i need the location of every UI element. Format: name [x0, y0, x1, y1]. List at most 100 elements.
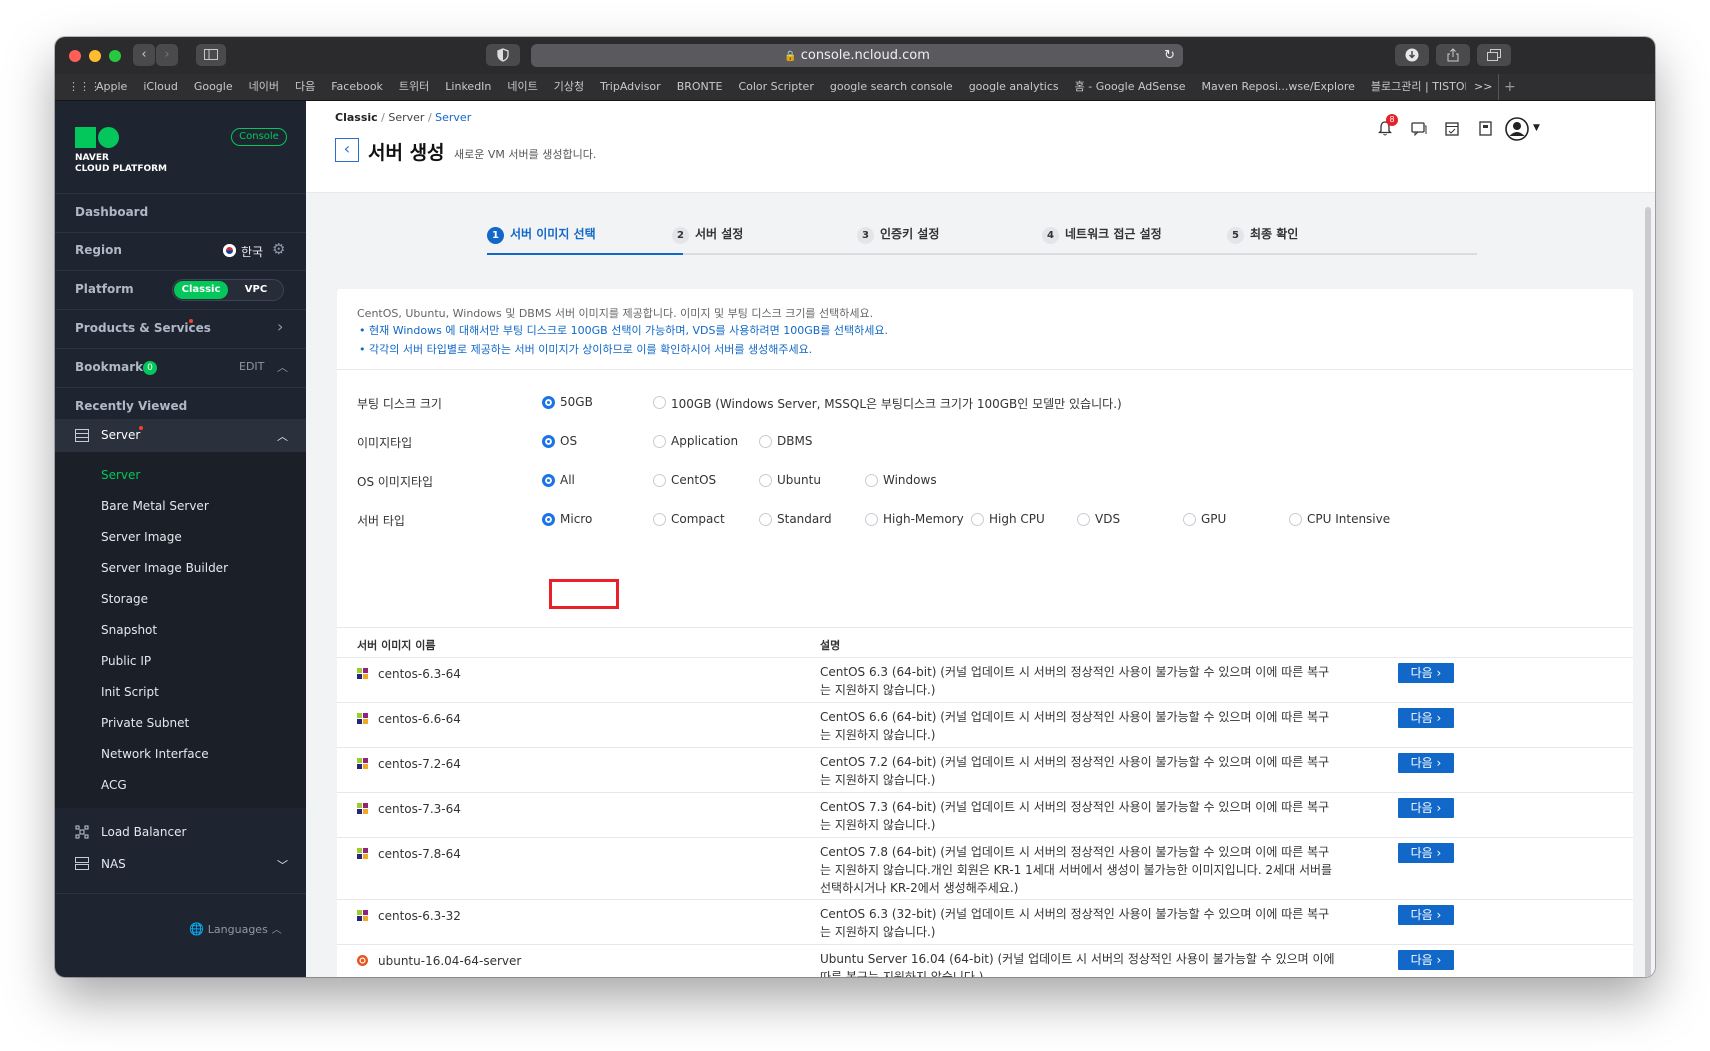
next-button[interactable]: 다음 › [1398, 753, 1454, 773]
bookmarks-overflow-button[interactable]: >> [1474, 74, 1492, 100]
radio-label[interactable]: DBMS [777, 434, 812, 448]
platform-vpc-button[interactable]: VPC [231, 281, 281, 299]
bookmark-item[interactable]: Google [194, 74, 233, 100]
step-5[interactable]: 5 최종 확인 [1227, 225, 1298, 244]
calendar-icon[interactable] [1445, 121, 1459, 139]
bookmark-item[interactable]: 다음 [295, 74, 315, 100]
sidebar-subitem-server-image-builder[interactable]: Server Image Builder [101, 561, 228, 575]
radio-server-type-3[interactable] [865, 513, 878, 526]
step-2[interactable]: 2 서버 설정 [672, 225, 743, 244]
languages-button[interactable]: 🌐 Languages ︿ [189, 921, 282, 939]
privacy-shield-button[interactable] [486, 44, 520, 66]
sidebar-group-server[interactable]: Server ︿ [55, 419, 306, 452]
scrollbar[interactable] [1645, 207, 1651, 977]
step-4[interactable]: 4 네트워크 접근 설정 [1042, 225, 1162, 244]
back-button[interactable]: ‹ [335, 138, 359, 162]
sidebar-subitem-server-image[interactable]: Server Image [101, 530, 182, 544]
radio-os-image-type-1[interactable] [653, 474, 666, 487]
minimize-window-button[interactable] [89, 50, 101, 62]
sidebar-subitem-server[interactable]: Server [101, 468, 140, 482]
radio-label[interactable]: VDS [1095, 512, 1120, 526]
radio-image-type-2[interactable] [759, 435, 772, 448]
radio-label[interactable]: Micro [560, 512, 592, 526]
table-row[interactable]: ubuntu-16.04-64-server Ubuntu Server 16.0… [337, 944, 1633, 977]
bookmark-item[interactable]: 네이트 [507, 74, 537, 100]
breadcrumb-server[interactable]: Server [435, 111, 471, 124]
chevron-up-icon[interactable]: ︿ [277, 359, 288, 375]
radio-label[interactable]: CentOS [671, 473, 716, 487]
sidebar-item-nas[interactable]: NAS ﹀ [55, 849, 306, 879]
sidebar-subitem-acg[interactable]: ACG [101, 778, 127, 792]
next-button[interactable]: 다음 › [1398, 843, 1454, 863]
radio-label[interactable]: Windows [883, 473, 937, 487]
radio-label[interactable]: 50GB [560, 395, 593, 409]
bookmarks-edit-button[interactable]: EDIT [239, 360, 264, 373]
radio-label[interactable]: 100GB (Windows Server, MSSQL은 부팅디스크 크기가 … [671, 395, 1122, 412]
console-badge[interactable]: Console [231, 128, 287, 146]
radio-os-image-type-3[interactable] [865, 474, 878, 487]
bookmark-item[interactable]: 기상청 [554, 74, 584, 100]
address-bar[interactable]: 🔒 console.ncloud.com ↻ [531, 44, 1183, 67]
radio-boot-disk-1[interactable] [653, 396, 666, 409]
radio-label[interactable]: Compact [671, 512, 725, 526]
sidebar-subitem-snapshot[interactable]: Snapshot [101, 623, 157, 637]
sidebar-item-dashboard[interactable]: Dashboard [55, 193, 306, 233]
table-row[interactable]: centos-7.3-64 CentOS 7.3 (64-bit) (커널 업데이… [337, 792, 1633, 838]
next-button[interactable]: 다음 › [1398, 905, 1454, 925]
radio-server-type-7[interactable] [1289, 513, 1302, 526]
sidebar-subitem-public-ip[interactable]: Public IP [101, 654, 151, 668]
radio-label[interactable]: Application [671, 434, 738, 448]
radio-label[interactable]: High CPU [989, 512, 1045, 526]
bookmark-item[interactable]: Apple [96, 74, 127, 100]
radio-label[interactable]: GPU [1201, 512, 1226, 526]
radio-server-type-4[interactable] [971, 513, 984, 526]
tab-overview-button[interactable] [1477, 44, 1511, 66]
radio-os-image-type-0[interactable] [542, 474, 555, 487]
bookmark-item[interactable]: google search console [830, 74, 953, 100]
next-button[interactable]: 다음 › [1398, 798, 1454, 818]
step-1[interactable]: 1 서버 이미지 선택 [487, 225, 596, 244]
radio-server-type-2[interactable] [759, 513, 772, 526]
breadcrumb-server-category[interactable]: Server [388, 111, 424, 124]
table-row[interactable]: centos-6.6-64 CentOS 6.6 (64-bit) (커널 업데이… [337, 702, 1633, 748]
next-button[interactable]: 다음 › [1398, 708, 1454, 728]
bookmark-item[interactable]: iCloud [143, 74, 177, 100]
reload-icon[interactable]: ↻ [1164, 44, 1175, 67]
radio-label[interactable]: OS [560, 434, 577, 448]
new-tab-button[interactable]: + [1504, 74, 1516, 100]
bookmark-item[interactable]: google analytics [969, 74, 1059, 100]
bookmark-item[interactable]: 트위터 [399, 74, 429, 100]
radio-label[interactable]: Ubuntu [777, 473, 821, 487]
bookmark-item[interactable]: 네이버 [249, 74, 279, 100]
chat-icon[interactable] [1411, 122, 1427, 139]
caret-down-icon[interactable]: ▼ [1533, 123, 1540, 133]
sidebar-subitem-network-interface[interactable]: Network Interface [101, 747, 209, 761]
sidebar-subitem-storage[interactable]: Storage [101, 592, 148, 606]
sidebar-subitem-bare-metal-server[interactable]: Bare Metal Server [101, 499, 209, 513]
radio-server-type-1[interactable] [653, 513, 666, 526]
table-row[interactable]: centos-7.8-64 CentOS 7.8 (64-bit) (커널 업데이… [337, 837, 1633, 900]
share-button[interactable] [1436, 44, 1470, 66]
sidebar-item-load-balancer[interactable]: Load Balancer [55, 817, 306, 847]
zoom-window-button[interactable] [109, 50, 121, 62]
avatar[interactable] [1505, 117, 1529, 144]
radio-label[interactable]: CPU Intensive [1307, 512, 1390, 526]
radio-server-type-6[interactable] [1183, 513, 1196, 526]
table-row[interactable]: centos-7.2-64 CentOS 7.2 (64-bit) (커널 업데이… [337, 747, 1633, 793]
radio-server-type-5[interactable] [1077, 513, 1090, 526]
radio-label[interactable]: High-Memory [883, 512, 964, 526]
table-row[interactable]: centos-6.3-64 CentOS 6.3 (64-bit) (커널 업데이… [337, 657, 1633, 703]
sidebar-item-products[interactable]: Products & Services › [55, 310, 306, 349]
bookmark-item[interactable]: Maven Reposi...wse/Explore [1202, 74, 1355, 100]
radio-image-type-0[interactable] [542, 435, 555, 448]
bookmark-item[interactable]: 블로그관리 | TISTORY [1371, 74, 1466, 100]
step-3[interactable]: 3 인증키 설정 [857, 225, 939, 244]
bookmark-item[interactable]: Facebook [331, 74, 383, 100]
radio-label[interactable]: All [560, 473, 575, 487]
close-window-button[interactable] [69, 50, 81, 62]
sidebar-item-bookmarks[interactable]: Bookmarks 0 EDIT ︿ [55, 349, 306, 388]
sidebar-subitem-private-subnet[interactable]: Private Subnet [101, 716, 189, 730]
platform-classic-button[interactable]: Classic [174, 281, 228, 299]
document-icon[interactable] [1479, 121, 1492, 139]
radio-server-type-0[interactable] [542, 513, 555, 526]
